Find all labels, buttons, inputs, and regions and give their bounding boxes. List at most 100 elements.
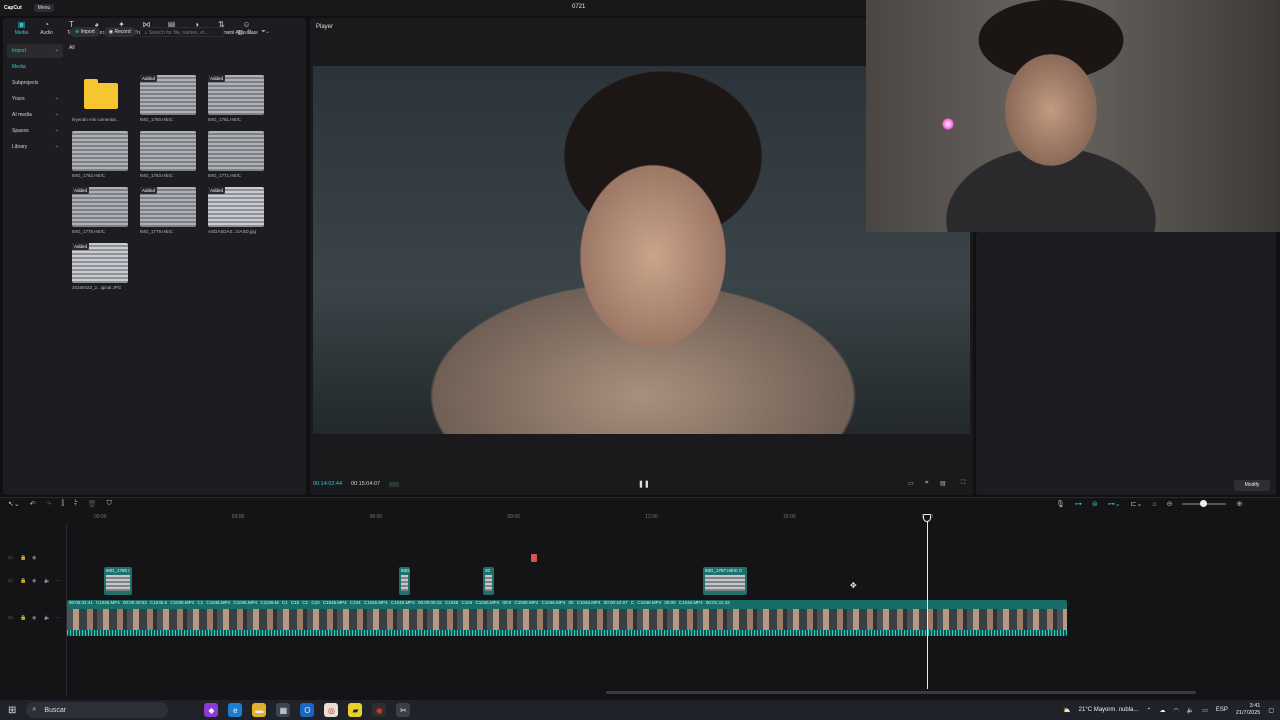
sidebar-item-library[interactable]: Library ⌄: [7, 140, 63, 154]
media-thumbnail[interactable]: Added: [208, 187, 264, 227]
preview-axis-icon[interactable]: ⊏⌄: [1131, 500, 1143, 508]
import-icon: ⊕: [75, 29, 80, 35]
media-folder[interactable]: [72, 75, 128, 115]
playhead-handle[interactable]: [923, 514, 931, 522]
obs-icon[interactable]: ◉: [372, 703, 387, 717]
weather-icon[interactable]: ⛅: [1063, 707, 1070, 714]
split-left-icon[interactable]: ⫩: [74, 500, 78, 508]
undo-icon[interactable]: ↶: [30, 500, 36, 508]
media-thumbnail[interactable]: [140, 131, 196, 171]
capcut-taskbar-icon[interactable]: ✂: [396, 703, 411, 717]
chevron-down-icon: ⌄: [54, 47, 59, 53]
pause-icon[interactable]: ❚❚: [638, 480, 650, 488]
sidebar-item-yours[interactable]: Yours ⌄: [7, 92, 63, 106]
eye-icon[interactable]: ◉: [32, 615, 36, 621]
filter-icon[interactable]: ⏷⌄: [261, 29, 269, 36]
overlay-clip[interactable]: IMG_1787.HEIC 0: [703, 567, 747, 595]
sidebar-item-subprojects[interactable]: Subprojects: [7, 76, 63, 90]
record-button[interactable]: ◉ Record: [103, 27, 136, 37]
eye-icon[interactable]: ◉: [32, 555, 36, 561]
lock-icon[interactable]: 🔒: [20, 615, 26, 621]
lock-icon[interactable]: 🔒: [20, 555, 26, 561]
select-tool-icon[interactable]: ↖⌄: [8, 500, 20, 508]
sort-icon[interactable]: ⇅⌄: [247, 29, 257, 36]
language-indicator[interactable]: ESP: [1216, 707, 1228, 713]
crop-icon[interactable]: ⌗: [925, 480, 928, 487]
more-icon[interactable]: ⋯: [56, 578, 61, 584]
volume-icon[interactable]: 🔈: [1187, 707, 1194, 714]
sidebar-item-spaces[interactable]: Spaces ⌄: [7, 124, 63, 138]
redo-icon[interactable]: ↷: [46, 500, 52, 508]
edge-icon[interactable]: e: [228, 703, 243, 717]
windows-start-icon[interactable]: ⊞: [8, 705, 16, 716]
timeline-marker[interactable]: [531, 554, 537, 562]
grid-view-icon[interactable]: ▦: [237, 29, 243, 36]
clip-label: IMG_1780 I: [106, 568, 130, 573]
media-thumbnail[interactable]: Added: [140, 187, 196, 227]
main-video-track[interactable]: 00:00:31:41 C1045.MP4 00:00:40:53 C1045.…: [67, 600, 1067, 636]
zoom-slider-knob[interactable]: [1200, 500, 1208, 507]
weather-text[interactable]: 21°C Mayorm. nubla...: [1079, 707, 1139, 713]
microphone-icon[interactable]: 🎙: [1056, 500, 1065, 508]
media-thumbnail[interactable]: [72, 131, 128, 171]
sidebar-item-import[interactable]: Import ⌄: [7, 44, 63, 58]
timeline-ruler[interactable]: 00:0003:0006:0009:0012:0015:0018:00: [66, 514, 1280, 524]
delete-icon[interactable]: 🗑: [88, 500, 97, 508]
overlay-clip[interactable]: IMG_1780 I: [104, 567, 132, 595]
all-filter-label[interactable]: All: [69, 45, 75, 51]
overlay-clip[interactable]: IMG: [399, 567, 410, 595]
tab-audio[interactable]: ◔ Audio: [34, 20, 59, 36]
media-thumbnail[interactable]: Added: [72, 187, 128, 227]
taskbar-search[interactable]: ⌕ Buscar: [26, 702, 169, 718]
overlay-clip[interactable]: 20: [483, 567, 494, 595]
audio-icon[interactable]: 🔈: [44, 615, 50, 621]
sidebar-item-label: Subprojects: [12, 80, 39, 86]
aspect-icon[interactable]: ▭: [228, 29, 234, 36]
screen-icon[interactable]: ⌂: [1152, 501, 1156, 508]
import-button[interactable]: ⊕ Import: [70, 27, 100, 37]
subtitle-toggle-icon[interactable]: ▭: [908, 480, 914, 487]
fullscreen-icon[interactable]: ⛶: [961, 480, 965, 487]
track-icon: ▭: [8, 578, 13, 584]
media-thumbnail[interactable]: Added: [72, 243, 128, 283]
link-main-icon[interactable]: ⊶: [1075, 500, 1082, 508]
ratio-icon[interactable]: ▤: [940, 480, 946, 487]
magnet-icon[interactable]: ⊜: [1092, 500, 1098, 508]
playhead[interactable]: [927, 514, 928, 689]
network-icon[interactable]: ☁: [1159, 707, 1165, 714]
media-thumbnail[interactable]: Added: [140, 75, 196, 115]
sidebar-item-media[interactable]: Media: [7, 60, 63, 74]
zoom-out-icon[interactable]: ⊖: [1167, 500, 1173, 508]
wifi-icon[interactable]: ◠: [1173, 707, 1178, 714]
media-thumbnail[interactable]: [208, 131, 264, 171]
timeline-scrollbar[interactable]: [606, 691, 1196, 694]
zoom-in-icon[interactable]: ⊕: [1236, 500, 1242, 508]
outlook-icon[interactable]: O: [300, 703, 315, 717]
chevron-up-icon[interactable]: ⌃: [1146, 707, 1151, 714]
ruler-tick-label: 06:00: [369, 514, 383, 520]
sticky-notes-icon[interactable]: ▰: [348, 703, 363, 717]
media-search-input[interactable]: ⌕ Search for file, names, et...: [139, 27, 224, 37]
split-icon[interactable]: ⫿: [61, 500, 63, 508]
clock[interactable]: 3:41 21/7/2025: [1236, 703, 1260, 717]
shield-icon[interactable]: ⛉: [107, 500, 112, 508]
audio-icon[interactable]: 🔈: [44, 578, 50, 584]
zoom-slider[interactable]: [1182, 500, 1227, 507]
lock-icon[interactable]: 🔒: [20, 578, 26, 584]
record-label: Record: [114, 29, 131, 35]
chrome-icon[interactable]: ◎: [324, 703, 339, 717]
media-thumbnail[interactable]: Added: [208, 75, 264, 115]
linkage-icon[interactable]: ⊶⌄: [1108, 500, 1121, 508]
notifications-icon[interactable]: ▢: [1268, 707, 1274, 714]
modify-button[interactable]: Modify: [1234, 480, 1270, 491]
store-icon[interactable]: ▦: [276, 703, 291, 717]
battery-icon[interactable]: ▭: [1202, 707, 1208, 714]
windows-taskbar: ⊞ ⌕ Buscar ◆ e ▬ ▦ O ◎ ▰ ◉ ✂ ⛅ 21°C Mayo…: [0, 700, 1280, 720]
file-explorer-icon[interactable]: ▬: [252, 703, 267, 717]
copilot-icon[interactable]: ◆: [204, 703, 219, 717]
tab-media[interactable]: ▣ Media: [9, 20, 34, 36]
sidebar-item-ai-media[interactable]: AI media ⌄: [7, 108, 63, 122]
more-icon[interactable]: ⋯: [56, 615, 61, 621]
eye-icon[interactable]: ◉: [32, 578, 36, 584]
menu-button[interactable]: Menu: [33, 4, 55, 12]
